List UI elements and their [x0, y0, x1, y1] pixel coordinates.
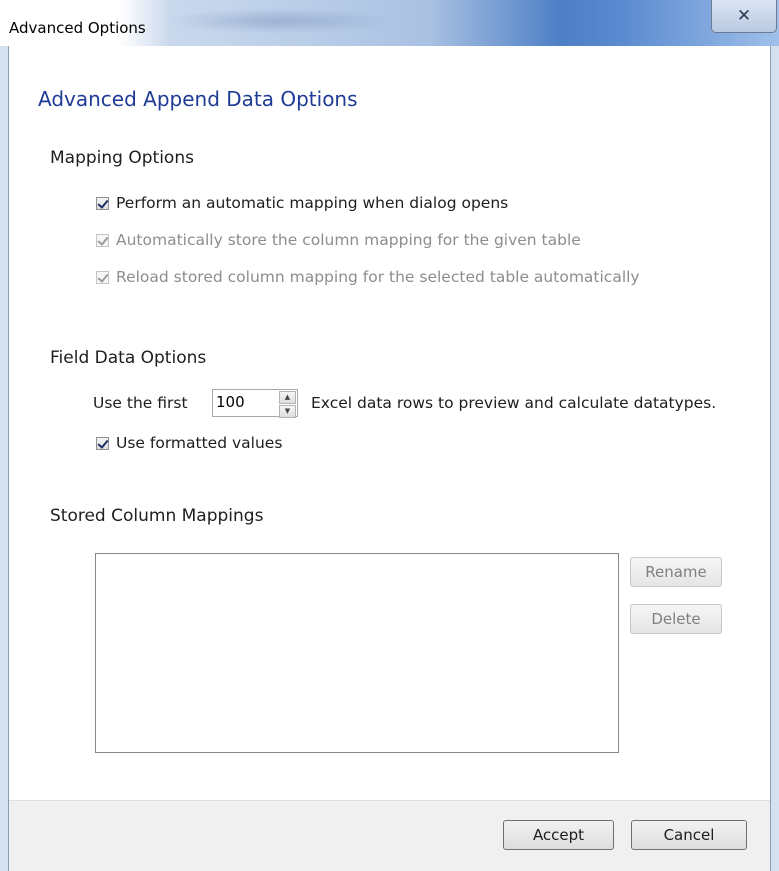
dialog-heading: Advanced Append Data Options — [38, 87, 358, 111]
accept-button[interactable]: Accept — [503, 820, 614, 850]
window-title: Advanced Options — [9, 19, 146, 37]
close-icon: ✕ — [736, 6, 752, 26]
formatted-values-checkbox-row[interactable]: Use formatted values — [96, 434, 282, 452]
reload-mapping-checkbox-row: Reload stored column mapping for the sel… — [96, 268, 640, 286]
formatted-values-label: Use formatted values — [116, 434, 283, 452]
reload-mapping-checkbox — [96, 270, 109, 284]
reload-mapping-label: Reload stored column mapping for the sel… — [116, 268, 640, 286]
close-button[interactable]: ✕ — [711, 0, 777, 33]
rows-stepper[interactable]: ▲ ▼ — [212, 389, 298, 418]
rows-spinner[interactable]: ▲ ▼ — [279, 391, 296, 418]
stored-mappings-list[interactable] — [95, 553, 619, 753]
auto-store-mapping-checkbox-row: Automatically store the column mapping f… — [96, 231, 581, 249]
rows-input[interactable] — [216, 393, 266, 411]
formatted-values-checkbox[interactable] — [96, 436, 109, 450]
auto-mapping-label: Perform an automatic mapping when dialog… — [116, 194, 509, 212]
auto-mapping-checkbox[interactable] — [96, 196, 109, 210]
use-first-label: Use the first — [93, 394, 188, 412]
stored-mappings-title: Stored Column Mappings — [50, 506, 264, 526]
spin-down-icon[interactable]: ▼ — [279, 405, 296, 418]
mapping-options-title: Mapping Options — [50, 148, 194, 168]
auto-store-mapping-label: Automatically store the column mapping f… — [116, 231, 581, 249]
rows-suffix-label: Excel data rows to preview and calculate… — [311, 394, 717, 412]
auto-store-mapping-checkbox — [96, 233, 109, 247]
auto-mapping-checkbox-row[interactable]: Perform an automatic mapping when dialog… — [96, 194, 508, 212]
window-frame-right — [770, 46, 779, 871]
rename-button[interactable]: Rename — [630, 557, 722, 587]
title-bar: Advanced Options ✕ — [0, 0, 779, 46]
cancel-button[interactable]: Cancel — [631, 820, 747, 850]
window-frame-left — [0, 46, 9, 871]
field-data-options-title: Field Data Options — [50, 348, 207, 368]
delete-button[interactable]: Delete — [630, 604, 722, 634]
spin-up-icon[interactable]: ▲ — [279, 391, 296, 404]
